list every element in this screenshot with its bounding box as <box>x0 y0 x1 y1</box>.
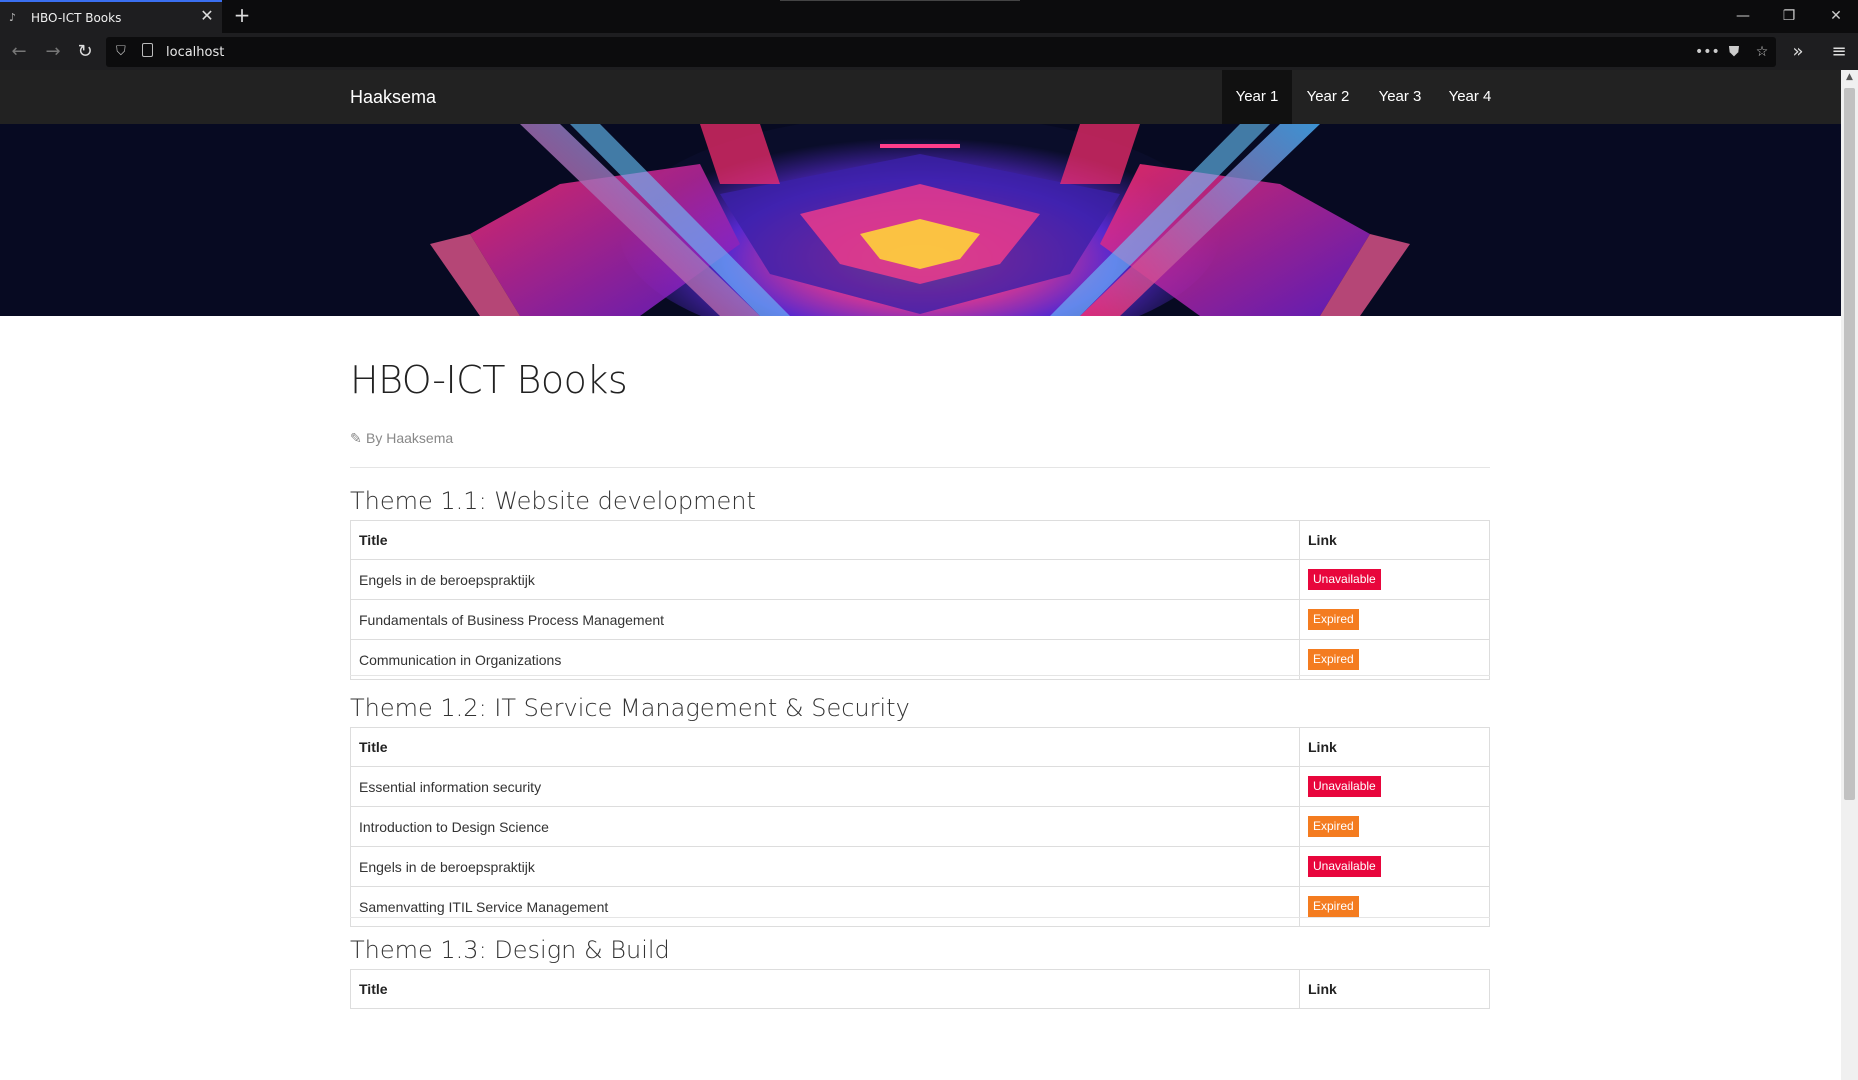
theme-heading: Theme 1.3: Design & Build <box>350 936 670 964</box>
title-bar-divider <box>780 0 1020 1</box>
status-badge[interactable]: Unavailable <box>1308 856 1381 877</box>
hero-banner <box>0 124 1841 316</box>
table-row: Samenvatting ITIL Service Management Exp… <box>350 886 1490 927</box>
table-row: Communication in Organizations Expired <box>350 639 1490 680</box>
page-actions-icon[interactable]: ••• <box>1695 42 1720 62</box>
divider <box>350 467 1490 468</box>
book-title: Communication in Organizations <box>350 639 1300 680</box>
book-title: Samenvatting ITIL Service Management <box>350 886 1300 927</box>
nav-year-2[interactable]: Year 2 <box>1296 70 1360 124</box>
bookmark-star-icon[interactable]: ☆ <box>1752 42 1772 62</box>
nav-year-4[interactable]: Year 4 <box>1437 70 1503 124</box>
forward-arrow-icon[interactable]: → <box>42 41 64 63</box>
theme-heading: Theme 1.1: Website development <box>350 487 756 515</box>
theme-heading: Theme 1.2: IT Service Management & Secur… <box>350 694 910 722</box>
url-bar[interactable]: ⛉ localhost ••• ⛊ ☆ <box>106 37 1776 67</box>
byline-text: By Haaksema <box>366 430 454 446</box>
reload-icon[interactable]: ↻ <box>74 41 96 63</box>
page-info-icon[interactable] <box>142 43 153 57</box>
books-table: Title Link Essential information securit… <box>350 727 1490 927</box>
table-row: Essential information security Unavailab… <box>350 766 1490 807</box>
table-row: Introduction to Design Science Expired <box>350 806 1490 847</box>
new-tab-button[interactable]: + <box>232 5 252 25</box>
pocket-icon[interactable]: ⛊ <box>1724 42 1744 62</box>
page-scrollbar[interactable]: ▲ <box>1841 70 1858 1080</box>
column-header-title: Title <box>350 969 1300 1009</box>
status-badge[interactable]: Expired <box>1308 649 1359 670</box>
tab-title: HBO-ICT Books <box>31 11 122 25</box>
table-row: Engels in de beroepspraktijk Unavailable <box>350 559 1490 600</box>
abstract-banner-image <box>0 124 1841 316</box>
browser-tab[interactable]: ♪ HBO-ICT Books ✕ <box>0 0 222 33</box>
table-row: Fundamentals of Business Process Managem… <box>350 599 1490 640</box>
nav-year-1[interactable]: Year 1 <box>1222 70 1292 124</box>
book-title: Essential information security <box>350 766 1300 807</box>
page-title: HBO-ICT Books <box>350 358 628 402</box>
page-viewport: Haaksema Year 1 Year 2 Year 3 Year 4 HBO… <box>0 70 1841 1080</box>
divider <box>350 917 1490 918</box>
hamburger-menu-icon[interactable]: ≡ <box>1828 41 1850 63</box>
pencil-icon: ✎ <box>350 431 362 447</box>
scroll-up-arrow-icon[interactable]: ▲ <box>1841 72 1858 86</box>
status-badge[interactable]: Expired <box>1308 816 1359 837</box>
site-navbar: Haaksema Year 1 Year 2 Year 3 Year 4 <box>0 70 1841 124</box>
minimize-window-button[interactable]: — <box>1733 6 1753 26</box>
book-title: Introduction to Design Science <box>350 806 1300 847</box>
close-window-button[interactable]: ✕ <box>1826 6 1846 26</box>
restore-window-button[interactable]: ❐ <box>1779 6 1799 26</box>
tracking-shield-icon[interactable]: ⛉ <box>116 44 126 59</box>
site-favicon-icon: ♪ <box>9 11 17 24</box>
back-arrow-icon[interactable]: ← <box>8 41 30 63</box>
books-table: Title Link Engels in de beroepspraktijk … <box>350 520 1490 680</box>
column-header-title: Title <box>350 520 1300 560</box>
close-tab-icon[interactable]: ✕ <box>199 8 215 24</box>
status-badge[interactable]: Unavailable <box>1308 776 1381 797</box>
table-header-row: Title Link <box>350 727 1490 767</box>
column-header-title: Title <box>350 727 1300 767</box>
status-badge[interactable]: Expired <box>1308 896 1359 917</box>
book-title: Engels in de beroepspraktijk <box>350 846 1300 887</box>
status-badge[interactable]: Expired <box>1308 609 1359 630</box>
scrollbar-thumb[interactable] <box>1844 88 1855 800</box>
divider <box>350 675 1490 676</box>
status-badge[interactable]: Unavailable <box>1308 569 1381 590</box>
table-header-row: Title Link <box>350 969 1490 1009</box>
table-row: Engels in de beroepspraktijk Unavailable <box>350 846 1490 887</box>
books-table: Title Link <box>350 969 1490 1009</box>
column-header-link: Link <box>1299 727 1490 767</box>
byline: ✎ By Haaksema <box>350 430 453 447</box>
column-header-link: Link <box>1299 520 1490 560</box>
column-header-link: Link <box>1299 969 1490 1009</box>
url-text[interactable]: localhost <box>166 45 224 60</box>
nav-year-3[interactable]: Year 3 <box>1367 70 1433 124</box>
book-title: Fundamentals of Business Process Managem… <box>350 599 1300 640</box>
site-brand[interactable]: Haaksema <box>350 87 436 108</box>
book-title: Engels in de beroepspraktijk <box>350 559 1300 600</box>
overflow-menu-icon[interactable]: » <box>1787 41 1809 63</box>
browser-tab-bar: ♪ HBO-ICT Books ✕ + — ❐ ✕ <box>0 0 1858 33</box>
table-header-row: Title Link <box>350 520 1490 560</box>
